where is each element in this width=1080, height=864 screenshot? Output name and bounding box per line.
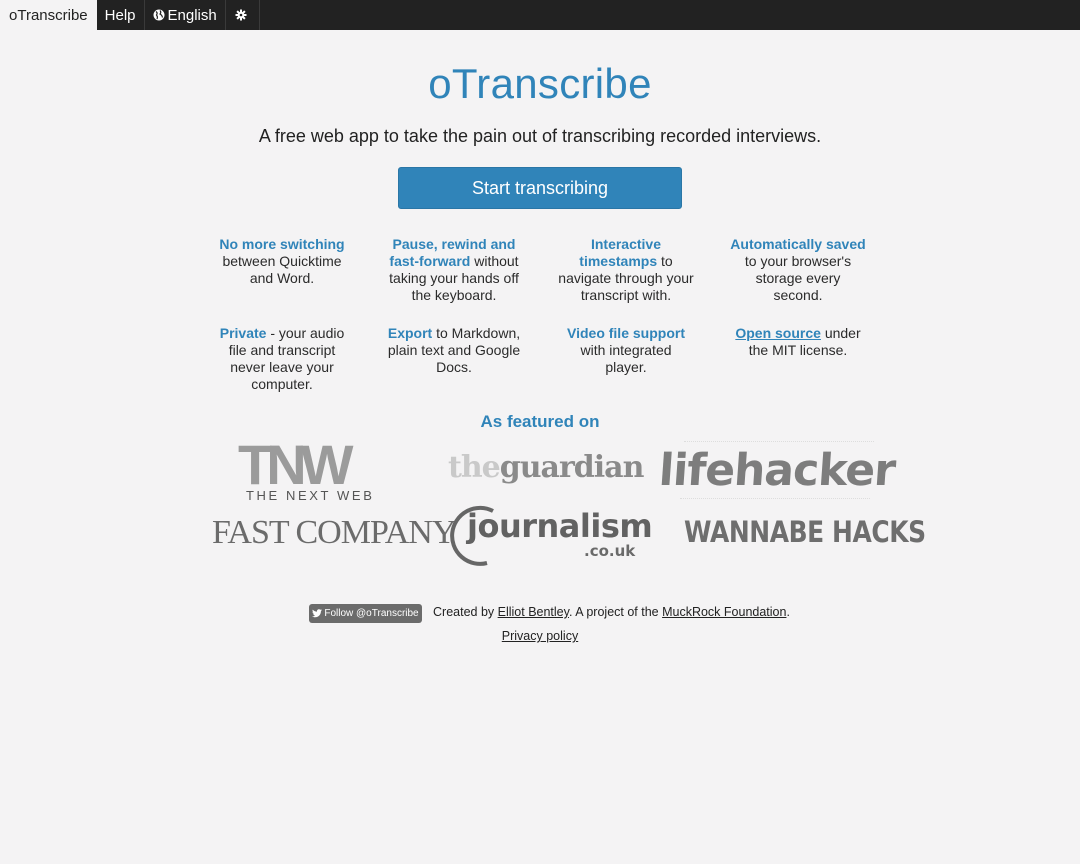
tab-label: English xyxy=(167,6,217,24)
author-link[interactable]: Elliot Bentley xyxy=(498,605,569,619)
privacy-row: Privacy policy xyxy=(0,629,1080,643)
feature-highlight: No more switching xyxy=(219,236,345,252)
feature-video-support: Video file support with integrated playe… xyxy=(558,325,694,376)
tab-label: oTranscribe xyxy=(9,6,88,24)
open-source-link[interactable]: Open source xyxy=(735,325,821,341)
twitter-follow-button[interactable]: Follow @oTranscribe xyxy=(309,604,422,623)
feature-private: Private - your audio file and transcript… xyxy=(214,325,350,393)
feature-highlight: Automatically saved xyxy=(730,236,866,252)
feature-autosave: Automatically saved to your browser's st… xyxy=(730,236,866,304)
featured-heading: As featured on xyxy=(480,412,600,431)
lifehacker-logo-text: lifehacker xyxy=(657,444,897,496)
follow-label: Follow @oTranscribe xyxy=(324,608,419,619)
privacy-policy-link[interactable]: Privacy policy xyxy=(502,629,578,643)
muckrock-link[interactable]: MuckRock Foundation xyxy=(662,605,786,619)
feature-text: between Quicktime and Word. xyxy=(222,253,342,286)
tnw-logo-text: THE NEXT WEB xyxy=(246,488,375,503)
tnw-logo: TNW xyxy=(238,433,353,496)
tab-otranscribe[interactable]: oTranscribe xyxy=(0,0,97,30)
lifehacker-logo: lifehacker xyxy=(657,441,897,499)
fast-company-logo: FAST COMPANY xyxy=(212,514,456,551)
feature-export: Export to Markdown, plain text and Googl… xyxy=(386,325,522,376)
gear-icon xyxy=(235,9,247,21)
guardian-logo-word: guardian xyxy=(499,450,645,485)
feature-open-source: Open source under the MIT license. xyxy=(730,325,866,359)
tagline: A free web app to take the pain out of t… xyxy=(258,126,822,146)
tab-label: Help xyxy=(104,6,136,24)
guardian-logo: theguardian xyxy=(448,450,645,485)
feature-highlight: Private xyxy=(219,325,267,341)
credits-text: . A project of the xyxy=(568,605,663,619)
feature-timestamps: Interactive timestamps to navigate throu… xyxy=(558,236,694,304)
twitter-bird-icon xyxy=(312,609,323,618)
feature-highlight: Interactive timestamps xyxy=(579,236,662,269)
feature-text: to your browser's storage every second. xyxy=(744,253,852,303)
credits: Created by Elliot Bentley. A project of … xyxy=(433,605,790,619)
feature-no-switching: No more switching between Quicktime and … xyxy=(214,236,350,287)
credits-period: . xyxy=(786,605,790,619)
feature-text: with integrated player. xyxy=(580,342,672,375)
guardian-logo-the: the xyxy=(448,450,501,485)
tab-help[interactable]: Help xyxy=(97,0,145,30)
feature-playback-controls: Pause, rewind and fast-forward without t… xyxy=(386,236,522,304)
wannabe-hacks-logo: WANNABE HACKS xyxy=(684,515,926,549)
feature-highlight: Export xyxy=(387,325,433,341)
journalism-logo-suffix: .co.uk xyxy=(584,542,636,560)
tab-language[interactable]: English xyxy=(145,0,226,30)
globe-icon xyxy=(153,9,165,21)
tab-settings[interactable] xyxy=(226,0,260,30)
journalism-logo-word: journalism xyxy=(467,507,653,545)
start-transcribing-button[interactable]: Start transcribing xyxy=(398,167,682,209)
page-title: oTranscribe xyxy=(428,60,652,107)
top-nav: oTranscribe Help English xyxy=(0,0,1080,30)
feature-highlight: Video file support xyxy=(567,325,685,341)
credits-text: Created by xyxy=(433,605,498,619)
